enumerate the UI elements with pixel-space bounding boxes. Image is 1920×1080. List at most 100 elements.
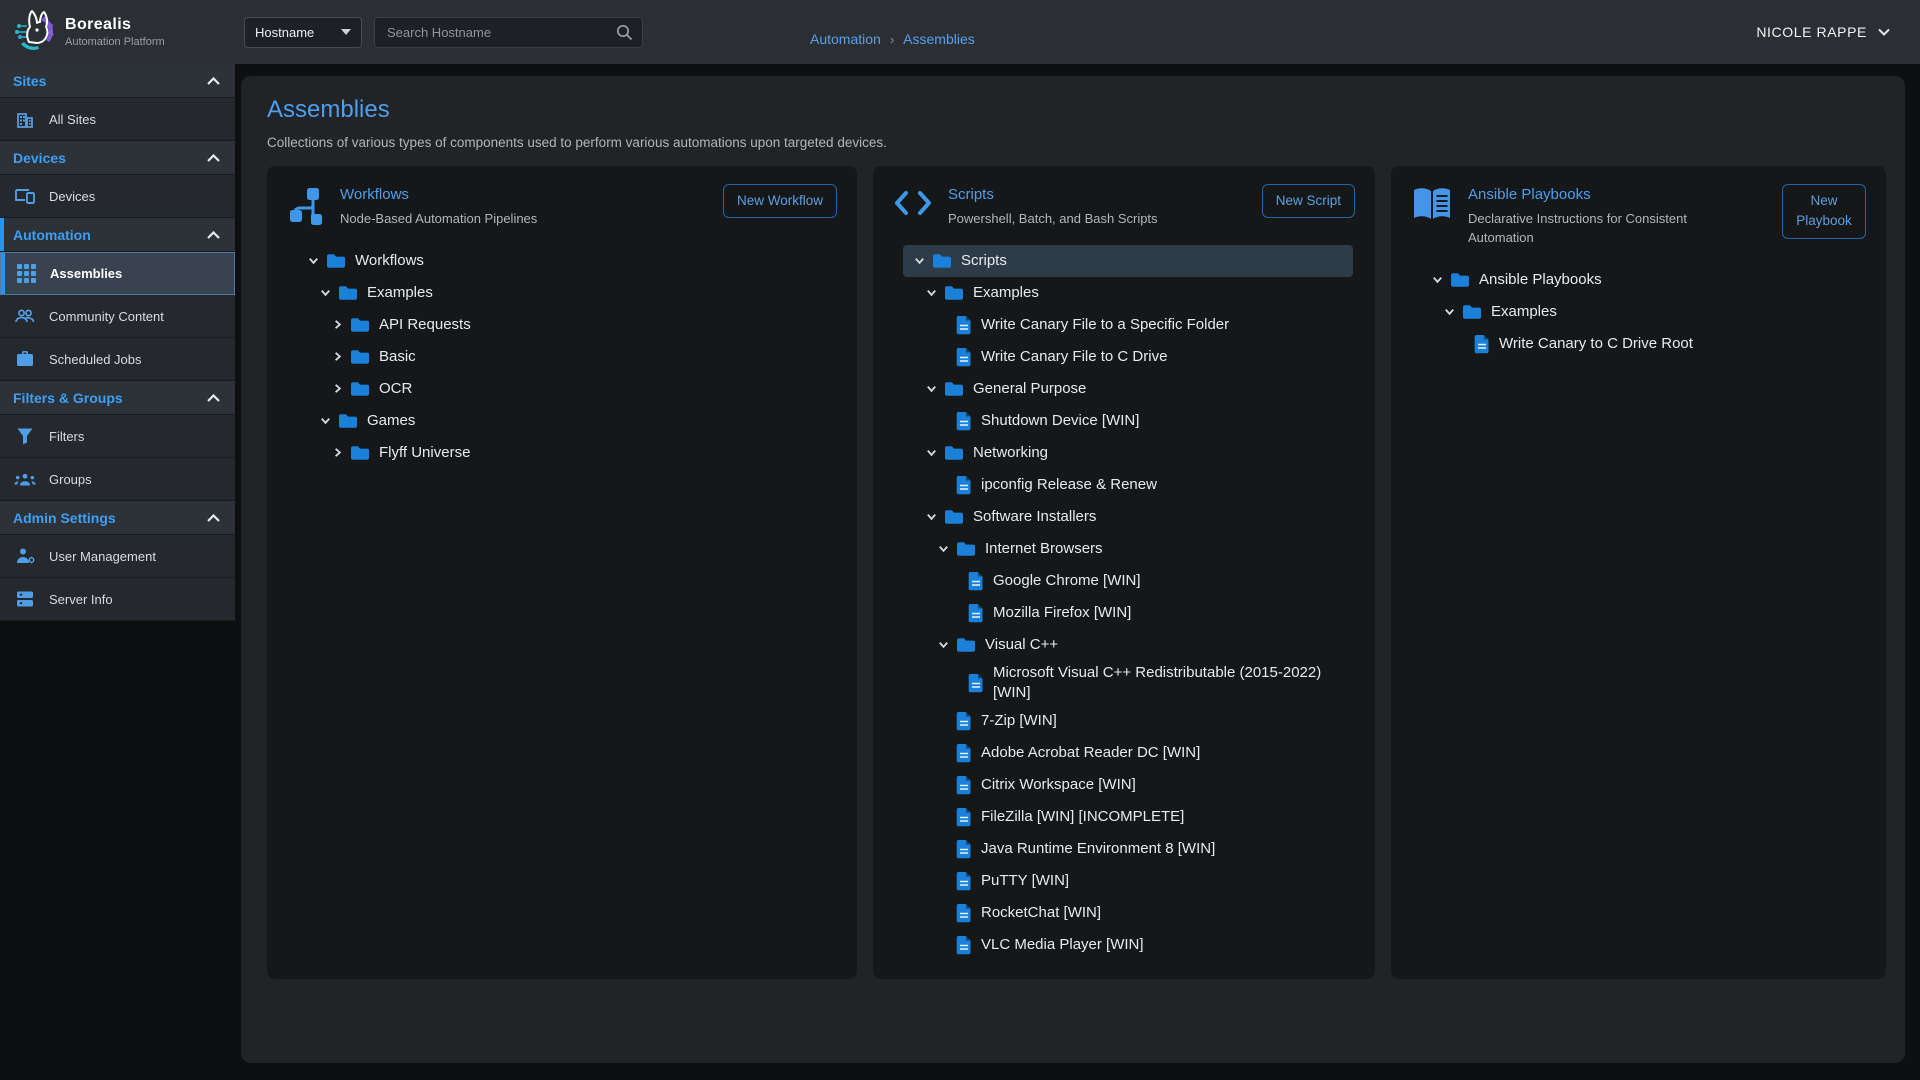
tree-item-label: FileZilla [WIN] [INCOMPLETE] <box>981 807 1184 827</box>
tree-expanded-icon[interactable] <box>933 542 953 555</box>
tree-item-label: Citrix Workspace [WIN] <box>981 775 1136 795</box>
tree-file-7-zip-win[interactable]: 7-Zip [WIN] <box>903 705 1353 737</box>
sidebar-section-automation[interactable]: Automation <box>0 218 235 252</box>
sidebar-section-sites[interactable]: Sites <box>0 64 235 98</box>
file-icon <box>956 935 972 955</box>
sidebar-item-groups[interactable]: Groups <box>0 458 235 501</box>
tree-collapsed-icon[interactable] <box>327 318 347 331</box>
tree-expanded-icon[interactable] <box>933 638 953 651</box>
card-subtitle: Powershell, Batch, and Bash Scripts <box>948 210 1235 229</box>
tree-expanded-icon[interactable] <box>921 510 941 523</box>
book-icon <box>1411 186 1453 222</box>
file-icon <box>956 775 972 795</box>
tree-collapsed-icon[interactable] <box>327 382 347 395</box>
card-workflows: WorkflowsNode-Based Automation Pipelines… <box>267 166 857 979</box>
tree-folder-ansible-playbooks[interactable]: Ansible Playbooks <box>1421 264 1864 296</box>
tree-file-filezilla-win-incomplete[interactable]: FileZilla [WIN] [INCOMPLETE] <box>903 801 1353 833</box>
user-menu[interactable]: NICOLE RAPPE <box>1756 23 1890 41</box>
tree-folder-general-purpose[interactable]: General Purpose <box>903 373 1353 405</box>
search-input[interactable] <box>375 25 616 40</box>
sidebar-section-label: Devices <box>13 150 66 166</box>
tree-file-write-canary-file-to-c-drive[interactable]: Write Canary File to C Drive <box>903 341 1353 373</box>
tree-folder-ocr[interactable]: OCR <box>297 373 835 405</box>
sidebar-item-all-sites[interactable]: All Sites <box>0 98 235 141</box>
tree-file-microsoft-visual-c-redistributable-2015-2022-win[interactable]: Microsoft Visual C++ Redistributable (20… <box>903 661 1353 706</box>
tree-file-vlc-media-player-win[interactable]: VLC Media Player [WIN] <box>903 929 1353 961</box>
grid-icon <box>15 264 37 283</box>
hostname-select-value: Hostname <box>255 25 314 40</box>
tree-item-label: OCR <box>379 379 412 399</box>
tree-file-java-runtime-environment-8-win[interactable]: Java Runtime Environment 8 [WIN] <box>903 833 1353 865</box>
workflow-icon <box>287 186 325 226</box>
tree-file-mozilla-firefox-win[interactable]: Mozilla Firefox [WIN] <box>903 597 1353 629</box>
folder-icon <box>944 509 964 525</box>
sidebar-item-server-info[interactable]: Server Info <box>0 578 235 621</box>
folder-icon <box>338 413 358 429</box>
search-box[interactable] <box>374 17 643 48</box>
new-ansible-playbooks-button[interactable]: New Playbook <box>1782 184 1866 239</box>
tree-folder-internet-browsers[interactable]: Internet Browsers <box>903 533 1353 565</box>
folder-icon <box>350 349 370 365</box>
tree-folder-networking[interactable]: Networking <box>903 437 1353 469</box>
breadcrumb-link-assemblies[interactable]: Assemblies <box>903 31 975 47</box>
tree-folder-examples[interactable]: Examples <box>903 277 1353 309</box>
search-icon[interactable] <box>616 24 633 41</box>
tree-file-shutdown-device-win[interactable]: Shutdown Device [WIN] <box>903 405 1353 437</box>
tree-expanded-icon[interactable] <box>909 254 929 267</box>
sidebar-item-filters[interactable]: Filters <box>0 415 235 458</box>
tree-item-label: Microsoft Visual C++ Redistributable (20… <box>993 663 1353 704</box>
card-header: Scripts Powershell, Batch, and Bash Scrip… <box>893 184 1355 229</box>
tree-folder-visual-c[interactable]: Visual C++ <box>903 629 1353 661</box>
chevron-up-icon <box>207 154 220 162</box>
file-icon <box>956 743 972 763</box>
tree-file-ipconfig-release-renew[interactable]: ipconfig Release & Renew <box>903 469 1353 501</box>
new-workflows-button[interactable]: New Workflow <box>723 184 837 218</box>
tree-expanded-icon[interactable] <box>315 286 335 299</box>
tree-folder-basic[interactable]: Basic <box>297 341 835 373</box>
tree-folder-examples[interactable]: Examples <box>297 277 835 309</box>
card-title: Scripts <box>948 186 1235 203</box>
tree-file-citrix-workspace-win[interactable]: Citrix Workspace [WIN] <box>903 769 1353 801</box>
card-title: Ansible Playbooks <box>1468 186 1755 203</box>
sidebar-section-devices[interactable]: Devices <box>0 141 235 175</box>
tree-collapsed-icon[interactable] <box>327 446 347 459</box>
tree-collapsed-icon[interactable] <box>327 350 347 363</box>
chevron-up-icon <box>207 394 220 402</box>
sidebar-section-admin-settings[interactable]: Admin Settings <box>0 501 235 535</box>
sidebar-section-label: Sites <box>13 73 46 89</box>
tree-folder-games[interactable]: Games <box>297 405 835 437</box>
folder-icon <box>944 285 964 301</box>
sidebar-item-assemblies[interactable]: Assemblies <box>0 252 235 295</box>
tree-file-putty-win[interactable]: PuTTY [WIN] <box>903 865 1353 897</box>
tree-folder-software-installers[interactable]: Software Installers <box>903 501 1353 533</box>
tree-folder-workflows[interactable]: Workflows <box>297 245 835 277</box>
tree-file-google-chrome-win[interactable]: Google Chrome [WIN] <box>903 565 1353 597</box>
sidebar-item-devices[interactable]: Devices <box>0 175 235 218</box>
hostname-select[interactable]: Hostname <box>244 17 362 48</box>
tree-expanded-icon[interactable] <box>921 382 941 395</box>
sidebar-item-community-content[interactable]: Community Content <box>0 295 235 338</box>
tree-expanded-icon[interactable] <box>1427 273 1447 286</box>
code-icon <box>893 186 933 220</box>
new-scripts-button[interactable]: New Script <box>1262 184 1355 218</box>
sidebar-item-user-management[interactable]: User Management <box>0 535 235 578</box>
tree-file-adobe-acrobat-reader-dc-win[interactable]: Adobe Acrobat Reader DC [WIN] <box>903 737 1353 769</box>
breadcrumb-link-automation[interactable]: Automation <box>810 31 881 47</box>
sidebar-item-scheduled-jobs[interactable]: Scheduled Jobs <box>0 338 235 381</box>
tree-file-rocketchat-win[interactable]: RocketChat [WIN] <box>903 897 1353 929</box>
tree-folder-scripts[interactable]: Scripts <box>903 245 1353 277</box>
tree-expanded-icon[interactable] <box>921 286 941 299</box>
tree-expanded-icon[interactable] <box>1439 305 1459 318</box>
tree-item-label: API Requests <box>379 315 471 335</box>
tree-file-write-canary-to-c-drive-root[interactable]: Write Canary to C Drive Root <box>1421 328 1864 360</box>
tree-expanded-icon[interactable] <box>315 414 335 427</box>
sidebar-item-label: Devices <box>49 189 95 204</box>
tree-file-write-canary-file-to-a-specific-folder[interactable]: Write Canary File to a Specific Folder <box>903 309 1353 341</box>
tree-expanded-icon[interactable] <box>921 446 941 459</box>
sidebar-section-filters-groups[interactable]: Filters & Groups <box>0 381 235 415</box>
tree-expanded-icon[interactable] <box>303 254 323 267</box>
tree-folder-api-requests[interactable]: API Requests <box>297 309 835 341</box>
tree-folder-flyff-universe[interactable]: Flyff Universe <box>297 437 835 469</box>
tree-item-label: General Purpose <box>973 379 1086 399</box>
tree-folder-examples[interactable]: Examples <box>1421 296 1864 328</box>
